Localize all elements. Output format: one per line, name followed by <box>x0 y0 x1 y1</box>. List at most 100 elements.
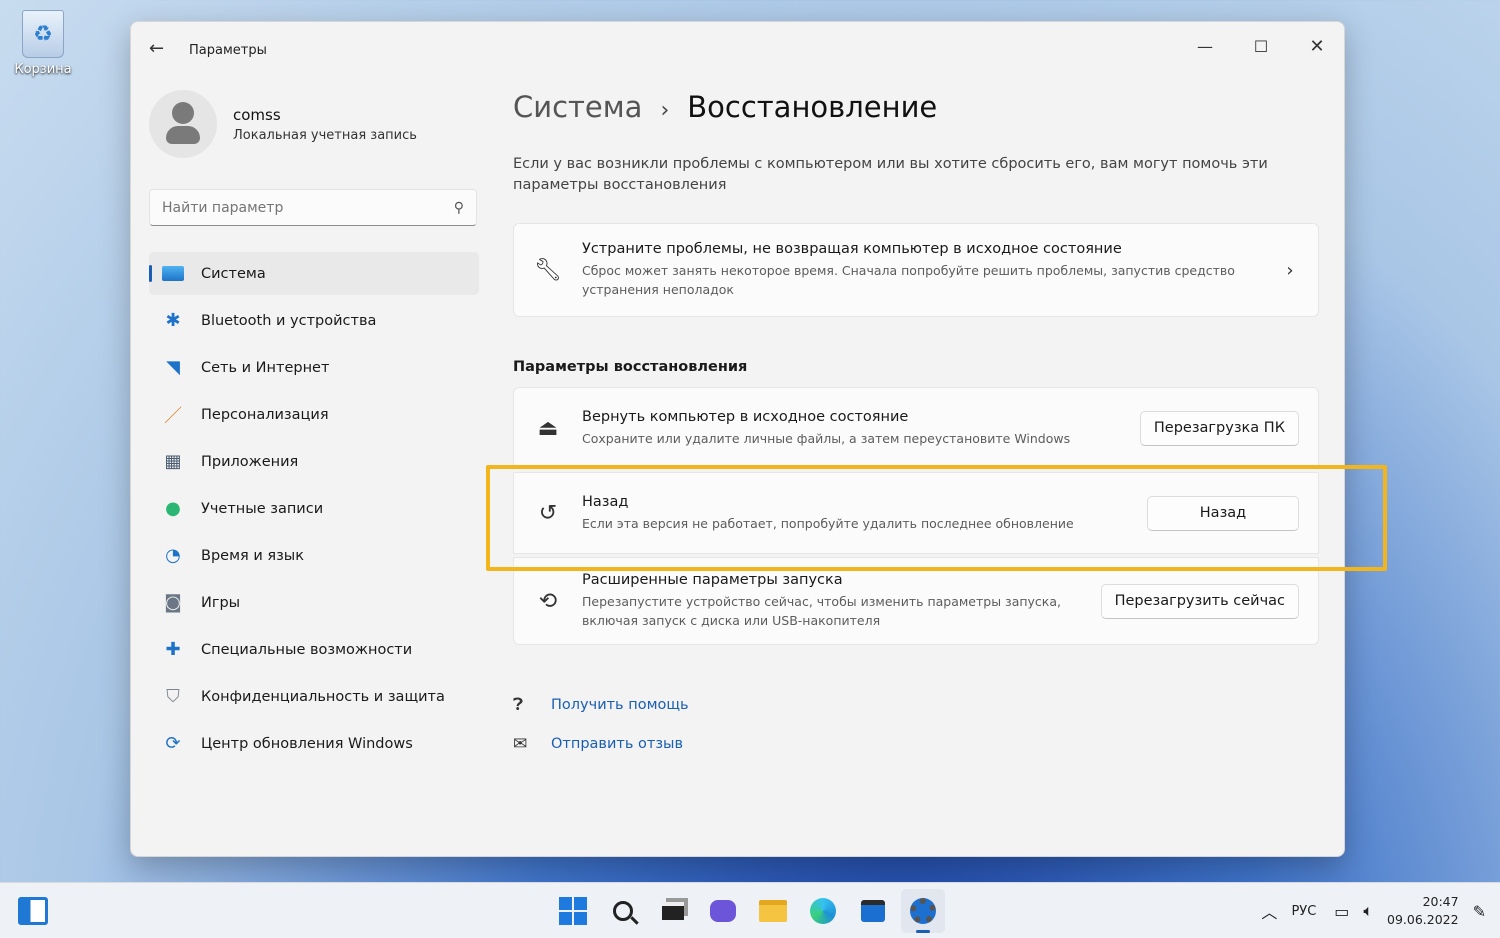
sidebar-item-time-language[interactable]: ◔ Время и язык <box>149 534 479 577</box>
sidebar: comss Локальная учетная запись ⚲ Система… <box>149 90 479 769</box>
task-view-icon <box>662 902 684 920</box>
folder-icon <box>759 900 787 922</box>
sidebar-item-accessibility[interactable]: ✚ Специальные возможности <box>149 628 479 671</box>
store-button[interactable] <box>851 889 895 933</box>
task-view-button[interactable] <box>651 889 695 933</box>
gamepad-icon: ◙ <box>164 592 182 613</box>
window-title: Параметры <box>189 43 267 58</box>
recycle-bin-label: Корзина <box>14 62 72 77</box>
shield-icon: ⛉ <box>166 686 180 707</box>
display-icon <box>161 262 185 286</box>
sidebar-item-personalization[interactable]: ／ Персонализация <box>149 393 479 436</box>
help-links: ❓︎ Получить помощь ✉︎ Отправить отзыв <box>513 685 1319 763</box>
option-title: Назад <box>582 493 629 510</box>
globe-clock-icon: ◔ <box>165 545 181 566</box>
clock-time: 20:47 <box>1422 894 1459 909</box>
sidebar-item-label: Учетные записи <box>201 500 324 517</box>
chat-icon <box>710 900 736 922</box>
get-help-link-row: ❓︎ Получить помощь <box>513 685 1319 724</box>
notification-icon[interactable]: ✎ <box>1473 902 1486 921</box>
account-icon: ● <box>165 498 181 519</box>
start-button[interactable] <box>551 889 595 933</box>
user-name: comss <box>233 105 281 124</box>
sidebar-item-label: Персонализация <box>201 406 329 423</box>
clock[interactable]: 20:47 09.06.2022 <box>1387 893 1459 929</box>
sidebar-item-label: Приложения <box>201 453 299 470</box>
minimize-button[interactable]: — <box>1182 30 1228 62</box>
search-box: ⚲ <box>149 189 477 226</box>
section-title: Параметры восстановления <box>513 359 748 375</box>
system-tray: ︿ РУС ▭ 🔈︎ 20:47 09.06.2022 ✎ <box>1261 883 1500 938</box>
edge-icon <box>810 898 836 924</box>
account-type: Локальная учетная запись <box>233 127 417 143</box>
restart-now-button[interactable]: Перезагрузить сейчас <box>1100 583 1299 619</box>
sidebar-item-gaming[interactable]: ◙ Игры <box>149 581 479 624</box>
network-icon[interactable]: ▭ <box>1334 902 1349 921</box>
page-title: Восстановление <box>687 90 938 124</box>
widgets-icon[interactable] <box>18 897 48 925</box>
back-arrow-icon[interactable]: ← <box>149 38 164 59</box>
sidebar-item-apps[interactable]: ▦ Приложения <box>149 440 479 483</box>
search-icon[interactable]: ⚲ <box>454 200 464 216</box>
reset-pc-button[interactable]: Перезагрузка ПК <box>1139 410 1299 446</box>
store-icon <box>861 900 885 922</box>
edge-button[interactable] <box>801 889 845 933</box>
feedback-link[interactable]: Отправить отзыв <box>551 736 683 752</box>
taskbar-search-button[interactable] <box>601 889 645 933</box>
maximize-button[interactable]: ☐ <box>1238 30 1284 62</box>
troubleshoot-card[interactable]: 🔧︎ Устраните проблемы, не возвращая комп… <box>513 223 1319 317</box>
sidebar-item-label: Специальные возможности <box>201 641 413 658</box>
sidebar-item-label: Конфиденциальность и защита <box>201 688 445 705</box>
windows-logo-icon <box>559 897 587 925</box>
bluetooth-icon: ✱ <box>165 310 181 331</box>
chevron-right-icon: › <box>1286 259 1294 281</box>
go-back-card: ↺ Назад Если эта версия не работает, поп… <box>513 472 1319 554</box>
sidebar-item-label: Сеть и Интернет <box>201 359 330 376</box>
wrench-icon: 🔧︎ <box>534 257 562 283</box>
language-indicator[interactable]: РУС <box>1291 904 1316 919</box>
update-icon: ⟳ <box>165 733 181 754</box>
volume-icon[interactable]: 🔈︎ <box>1363 901 1373 921</box>
help-icon: ❓︎ <box>513 694 524 715</box>
reset-pc-card: ⏏ Вернуть компьютер в исходное состояние… <box>513 387 1319 469</box>
sidebar-item-system[interactable]: Система <box>149 252 479 295</box>
option-subtitle: Если эта версия не работает, попробуйте … <box>582 515 1074 531</box>
sidebar-item-label: Bluetooth и устройства <box>201 312 377 329</box>
sidebar-item-label: Игры <box>201 594 241 611</box>
wifi-icon: ◥ <box>166 357 180 378</box>
breadcrumb: Система › Восстановление <box>513 90 1319 134</box>
accessibility-icon: ✚ <box>165 639 181 660</box>
sidebar-nav: Система ✱ Bluetooth и устройства ◥ Сеть … <box>149 252 479 765</box>
reset-pc-icon: ⏏ <box>537 415 559 441</box>
gear-icon <box>910 898 936 924</box>
sidebar-item-windows-update[interactable]: ⟳ Центр обновления Windows <box>149 722 479 765</box>
option-title: Вернуть компьютер в исходное состояние <box>582 408 909 425</box>
sidebar-item-label: Время и язык <box>201 547 305 564</box>
sidebar-item-privacy[interactable]: ⛉ Конфиденциальность и защита <box>149 675 479 718</box>
settings-taskbar-button[interactable] <box>901 889 945 933</box>
chevron-up-icon[interactable]: ︿ <box>1261 899 1277 923</box>
sidebar-item-network[interactable]: ◥ Сеть и Интернет <box>149 346 479 389</box>
brush-icon: ／ <box>164 405 182 427</box>
close-button[interactable]: ✕ <box>1294 30 1340 62</box>
breadcrumb-parent[interactable]: Система <box>513 90 642 124</box>
option-subtitle: Сохраните или удалите личные файлы, а за… <box>582 430 1071 446</box>
chat-button[interactable] <box>701 889 745 933</box>
option-subtitle: Перезапустите устройство сейчас, чтобы и… <box>582 594 1061 628</box>
get-help-link[interactable]: Получить помощь <box>551 697 689 713</box>
recycle-bin-icon: ♻ <box>22 10 64 58</box>
file-explorer-button[interactable] <box>751 889 795 933</box>
search-input[interactable] <box>162 199 422 216</box>
sidebar-item-label: Система <box>201 265 266 282</box>
user-profile[interactable]: comss Локальная учетная запись <box>149 90 479 158</box>
main-content: Система › Восстановление Если у вас возн… <box>513 90 1319 763</box>
taskbar-apps <box>548 889 948 933</box>
go-back-button[interactable]: Назад <box>1147 495 1299 531</box>
history-icon: ↺ <box>538 500 558 526</box>
recycle-bin-desktop-icon[interactable]: ♻ Корзина <box>10 10 76 77</box>
sidebar-item-bluetooth[interactable]: ✱ Bluetooth и устройства <box>149 299 479 342</box>
troubleshoot-title: Устраните проблемы, не возвращая компьют… <box>582 241 1122 257</box>
sidebar-item-accounts[interactable]: ● Учетные записи <box>149 487 479 530</box>
apps-icon: ▦ <box>164 451 182 472</box>
recovery-options: ⏏ Вернуть компьютер в исходное состояние… <box>513 387 1319 645</box>
